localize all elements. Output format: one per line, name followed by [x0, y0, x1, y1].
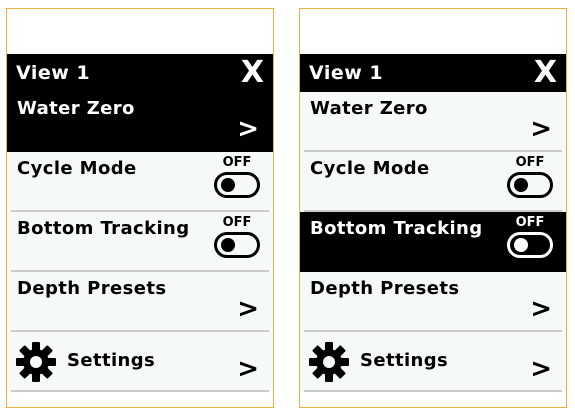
- toggle-state-label: OFF: [222, 215, 252, 230]
- menu-item-bottom-tracking[interactable]: Bottom Tracking OFF: [11, 212, 269, 272]
- toggle-switch[interactable]: [214, 232, 260, 258]
- menu-item-depth-presets[interactable]: Depth Presets >: [11, 272, 269, 332]
- chevron-right-icon: >: [237, 354, 259, 384]
- toggle-state-label: OFF: [222, 155, 252, 170]
- toggle-switch[interactable]: [507, 232, 553, 258]
- menu-item-label: Depth Presets: [310, 278, 460, 299]
- menu-header: View 1 X: [300, 54, 566, 92]
- bottom-tracking-toggle[interactable]: OFF: [211, 216, 263, 258]
- menu-item-bottom-tracking[interactable]: Bottom Tracking OFF: [300, 212, 566, 272]
- menu-item-label: Bottom Tracking: [310, 218, 483, 239]
- toggle-switch[interactable]: [214, 172, 260, 198]
- menu-panel-left: View 1 X Water Zero > Cycle Mode OFF Bot…: [6, 8, 274, 408]
- menu-title: View 1: [309, 62, 384, 84]
- menu-item-settings[interactable]: Settings >: [304, 332, 562, 392]
- menu-panel-right: View 1 X Water Zero > Cycle Mode OFF Bot…: [299, 8, 567, 408]
- menu-item-water-zero[interactable]: Water Zero >: [304, 92, 562, 152]
- menu-item-settings[interactable]: Settings >: [11, 332, 269, 392]
- toggle-knob: [221, 178, 235, 192]
- toggle-knob: [221, 238, 235, 252]
- menu-list: Water Zero > Cycle Mode OFF Bottom Track…: [300, 92, 566, 392]
- close-icon[interactable]: X: [241, 58, 264, 88]
- toggle-switch[interactable]: [507, 172, 553, 198]
- chevron-right-icon: >: [237, 294, 259, 324]
- menu-item-label: Cycle Mode: [310, 158, 430, 179]
- menu-item-cycle-mode[interactable]: Cycle Mode OFF: [304, 152, 562, 212]
- toggle-state-label: OFF: [515, 215, 545, 230]
- menu-item-depth-presets[interactable]: Depth Presets >: [304, 272, 562, 332]
- menu-title: View 1: [16, 62, 91, 84]
- chevron-right-icon: >: [237, 114, 259, 144]
- bottom-tracking-toggle[interactable]: OFF: [504, 216, 556, 258]
- cycle-mode-toggle[interactable]: OFF: [211, 156, 263, 198]
- gear-icon: [16, 342, 56, 382]
- menu-item-label: Settings: [360, 350, 449, 371]
- toggle-state-label: OFF: [515, 155, 545, 170]
- menu-item-label: Water Zero: [310, 98, 428, 119]
- chevron-right-icon: >: [530, 294, 552, 324]
- toggle-knob: [514, 178, 528, 192]
- toggle-knob: [514, 238, 528, 252]
- menu-item-label: Cycle Mode: [17, 158, 137, 179]
- menu-item-label: Water Zero: [17, 98, 135, 119]
- cycle-mode-toggle[interactable]: OFF: [504, 156, 556, 198]
- menu-list: Water Zero > Cycle Mode OFF Bottom Track…: [7, 92, 273, 392]
- chevron-right-icon: >: [530, 354, 552, 384]
- menu-item-label: Depth Presets: [17, 278, 167, 299]
- close-icon[interactable]: X: [534, 58, 557, 88]
- menu-item-cycle-mode[interactable]: Cycle Mode OFF: [11, 152, 269, 212]
- menu-item-water-zero[interactable]: Water Zero >: [7, 92, 273, 152]
- menu-header: View 1 X: [7, 54, 273, 92]
- gear-icon: [309, 342, 349, 382]
- chevron-right-icon: >: [530, 114, 552, 144]
- menu-item-label: Settings: [67, 350, 156, 371]
- menu-item-label: Bottom Tracking: [17, 218, 190, 239]
